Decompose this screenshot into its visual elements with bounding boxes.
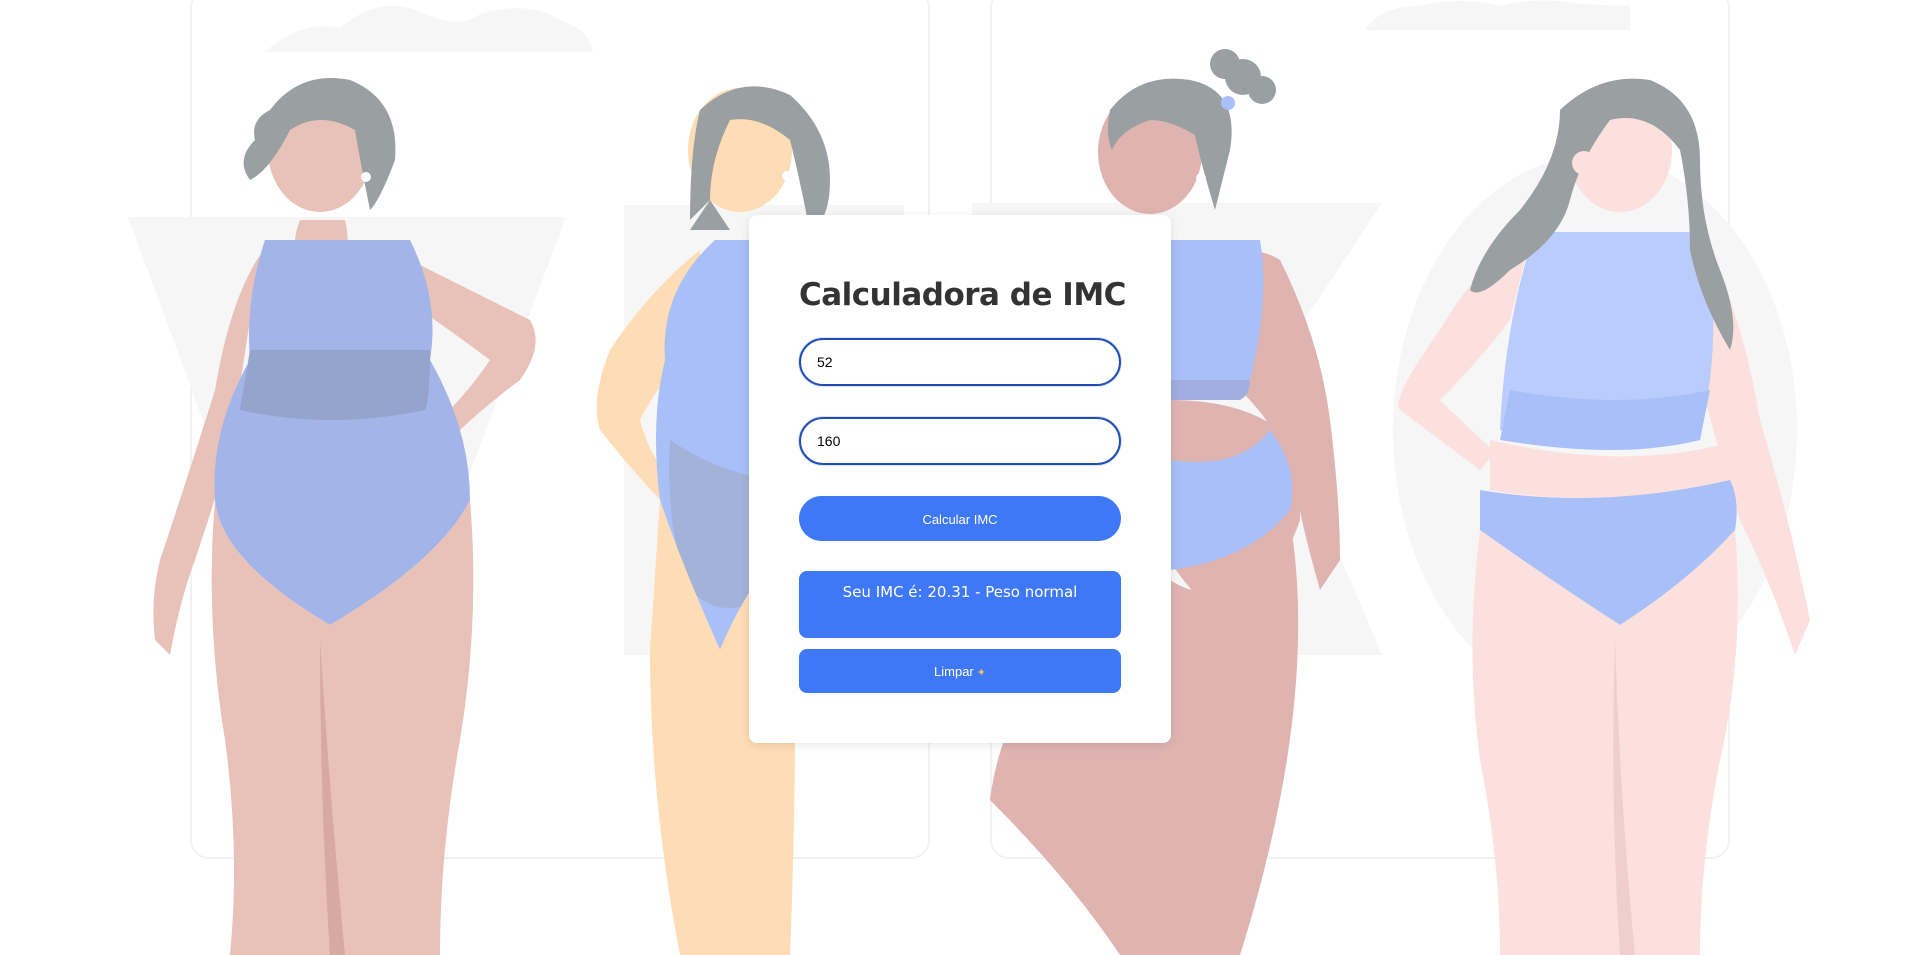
- weight-input[interactable]: [799, 338, 1121, 386]
- page: Calculadora de IMC Calcular IMC Seu IMC …: [0, 0, 1914, 955]
- height-input[interactable]: [799, 417, 1121, 465]
- calculate-bmi-button[interactable]: Calcular IMC: [799, 496, 1121, 541]
- broom-icon: ✦: [976, 667, 986, 679]
- bmi-calculator-card: Calculadora de IMC Calcular IMC Seu IMC …: [749, 215, 1171, 743]
- bmi-result: Seu IMC é: 20.31 - Peso normal: [799, 571, 1121, 638]
- clear-button-label: Limpar: [934, 664, 974, 679]
- clear-button[interactable]: Limpar ✦: [799, 649, 1121, 693]
- page-title: Calculadora de IMC: [799, 277, 1126, 313]
